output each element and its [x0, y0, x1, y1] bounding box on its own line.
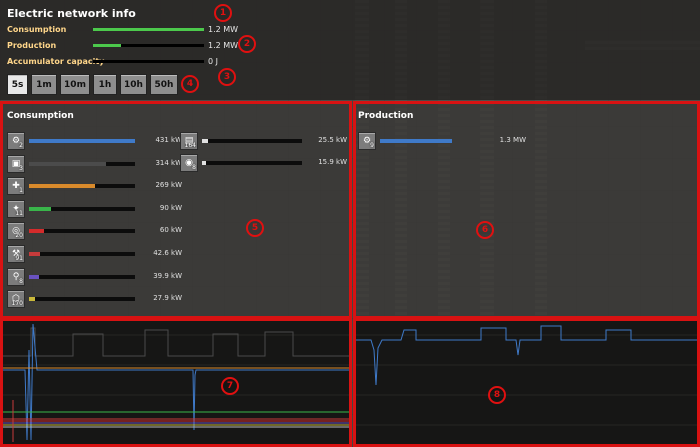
annotation-marker-4: 4 — [181, 75, 199, 93]
accumulator-capacity-bar — [93, 60, 204, 63]
annotation-marker-7: 7 — [221, 377, 239, 395]
tab-50h[interactable]: 50h — [150, 74, 178, 95]
consumption-value: 1.2 MW — [208, 25, 239, 34]
production-bar — [93, 44, 204, 47]
annotation-marker-5: 5 — [246, 219, 264, 237]
accumulator-capacity-value: 0 J — [208, 57, 218, 66]
consumption-label: Consumption — [7, 25, 67, 34]
production-value: 1.2 MW — [208, 41, 239, 50]
tab-1h[interactable]: 1h — [93, 74, 117, 95]
annotation-marker-1: 1 — [214, 4, 232, 22]
annotation-box-8 — [353, 318, 700, 447]
annotation-marker-2: 2 — [238, 35, 256, 53]
tab-10h[interactable]: 10h — [120, 74, 147, 95]
annotation-box-5 — [0, 101, 352, 319]
annotation-box-6 — [353, 101, 700, 319]
annotation-marker-3: 3 — [218, 68, 236, 86]
annotation-box-7 — [0, 318, 352, 447]
annotation-marker-6: 6 — [476, 221, 494, 239]
electric-network-info-panel: Electric network info Consumption 1.2 MW… — [0, 0, 700, 100]
tab-10m[interactable]: 10m — [60, 74, 90, 95]
consumption-bar — [93, 28, 204, 31]
accumulator-capacity-label: Accumulator capacity — [7, 57, 105, 66]
production-label: Production — [7, 41, 57, 50]
annotation-marker-8: 8 — [488, 386, 506, 404]
tab-1m[interactable]: 1m — [31, 74, 57, 95]
tab-5s[interactable]: 5s — [7, 74, 28, 95]
panel-title: Electric network info — [7, 7, 136, 20]
